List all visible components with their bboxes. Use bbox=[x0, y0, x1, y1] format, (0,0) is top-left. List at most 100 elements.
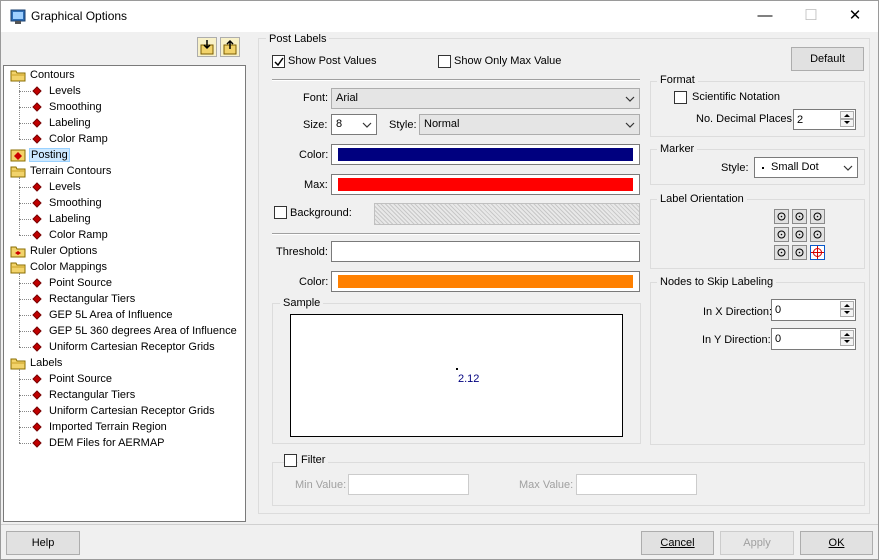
tree-item[interactable]: Uniform Cartesian Receptor Grids bbox=[4, 339, 244, 355]
show-post-values-checkbox[interactable] bbox=[272, 55, 285, 68]
tree-folder[interactable]: Labels bbox=[4, 355, 244, 371]
x-direction-spinner[interactable] bbox=[840, 301, 854, 317]
color-swatch-button[interactable] bbox=[331, 144, 640, 165]
tree-folder[interactable]: Contours bbox=[4, 67, 244, 83]
tree-item[interactable]: Levels bbox=[4, 179, 244, 195]
close-button[interactable]: ✕ bbox=[832, 1, 878, 32]
circle-icon bbox=[777, 230, 786, 239]
tree-item[interactable]: Color Ramp bbox=[4, 227, 244, 243]
circle-icon bbox=[795, 212, 804, 221]
min-value-input[interactable] bbox=[348, 474, 469, 495]
sample-preview: 2.12 bbox=[290, 314, 623, 437]
tree-item-label: Rectangular Tiers bbox=[49, 389, 136, 401]
sample-dot bbox=[456, 368, 458, 370]
chevron-down-icon bbox=[843, 165, 853, 171]
tree-connector bbox=[19, 347, 31, 348]
background-checkbox[interactable] bbox=[274, 206, 287, 219]
orientation-middle-right-button[interactable] bbox=[810, 227, 825, 242]
background-label: Background: bbox=[290, 207, 352, 219]
tree-item[interactable]: Point Source bbox=[4, 275, 244, 291]
help-button[interactable]: Help bbox=[6, 531, 80, 555]
tree-item[interactable]: DEM Files for AERMAP bbox=[4, 435, 244, 451]
orientation-bottom-left-button[interactable] bbox=[774, 245, 789, 260]
maximize-button[interactable]: ☐ bbox=[788, 1, 834, 32]
tree-item[interactable]: Smoothing bbox=[4, 99, 244, 115]
tree-folder[interactable]: Ruler Options bbox=[4, 243, 244, 259]
tree-item-label: GEP 5L 360 degrees Area of Influence bbox=[49, 325, 237, 337]
default-button[interactable]: Default bbox=[791, 47, 864, 71]
export-icon[interactable] bbox=[220, 37, 240, 57]
decimal-places-spinner[interactable] bbox=[840, 111, 854, 127]
diamond-icon bbox=[32, 214, 42, 227]
tree-item[interactable]: Uniform Cartesian Receptor Grids bbox=[4, 403, 244, 419]
orientation-top-right-button[interactable] bbox=[810, 209, 825, 224]
orientation-center-button[interactable] bbox=[792, 227, 807, 242]
threshold-color-swatch bbox=[338, 275, 633, 288]
orientation-bottom-right-button[interactable] bbox=[810, 245, 825, 260]
tree-connector bbox=[19, 177, 20, 235]
orientation-middle-left-button[interactable] bbox=[774, 227, 789, 242]
spin-up-icon bbox=[844, 333, 850, 336]
y-direction-spinner[interactable] bbox=[840, 330, 854, 346]
size-label: Size: bbox=[303, 119, 328, 131]
ok-button[interactable]: OK bbox=[800, 531, 873, 555]
import-icon[interactable] bbox=[197, 37, 217, 57]
tree-item[interactable]: Smoothing bbox=[4, 195, 244, 211]
decimal-places-input[interactable] bbox=[793, 109, 856, 130]
tree-item[interactable]: Labeling bbox=[4, 211, 244, 227]
tree-connector bbox=[19, 395, 31, 396]
tree-item-label: Terrain Contours bbox=[30, 165, 112, 177]
tree-connector bbox=[19, 315, 31, 316]
tree-item-label: Ruler Options bbox=[30, 245, 98, 257]
tree-connector bbox=[19, 107, 31, 108]
x-direction-input[interactable] bbox=[771, 299, 856, 321]
tree-folder[interactable]: Posting bbox=[4, 147, 244, 163]
diamond-icon bbox=[32, 342, 42, 355]
decimal-places-label: No. Decimal Places: bbox=[696, 113, 796, 125]
style-select[interactable]: Normal bbox=[419, 114, 640, 135]
post-labels-title: Post Labels bbox=[266, 33, 330, 45]
size-select[interactable]: 8 bbox=[331, 114, 377, 135]
tree-item[interactable]: Rectangular Tiers bbox=[4, 291, 244, 307]
tree-folder[interactable]: Color Mappings bbox=[4, 259, 244, 275]
max-color-button[interactable] bbox=[331, 174, 640, 195]
marker-style-select[interactable]: Small Dot bbox=[754, 157, 858, 178]
orientation-top-left-button[interactable] bbox=[774, 209, 789, 224]
tree-item[interactable]: Color Ramp bbox=[4, 131, 244, 147]
tree-item[interactable]: Point Source bbox=[4, 371, 244, 387]
min-value-label: Min Value: bbox=[295, 479, 347, 491]
tree-connector bbox=[19, 91, 31, 92]
tree-item[interactable]: Labeling bbox=[4, 115, 244, 131]
background-color-swatch bbox=[374, 203, 640, 225]
tree-item[interactable]: Imported Terrain Region bbox=[4, 419, 244, 435]
threshold-color-button[interactable] bbox=[331, 271, 640, 292]
color-swatch bbox=[338, 148, 633, 161]
orientation-top-center-button[interactable] bbox=[792, 209, 807, 224]
tree-item[interactable]: GEP 5L Area of Influence bbox=[4, 307, 244, 323]
cancel-button[interactable]: Cancel bbox=[641, 531, 714, 555]
minimize-button[interactable]: — bbox=[742, 1, 788, 32]
max-value-input[interactable] bbox=[576, 474, 697, 495]
tree-item[interactable]: GEP 5L 360 degrees Area of Influence bbox=[4, 323, 244, 339]
options-tree[interactable]: Contours Levels Smoothing Labeling Color Ram… bbox=[3, 65, 246, 522]
tree-folder[interactable]: Terrain Contours bbox=[4, 163, 244, 179]
spin-down-icon bbox=[844, 121, 850, 124]
small-dot-icon bbox=[762, 167, 764, 169]
tree-connector bbox=[19, 283, 31, 284]
tree-item[interactable]: Levels bbox=[4, 83, 244, 99]
font-select[interactable]: Arial bbox=[331, 88, 640, 109]
apply-button[interactable]: Apply bbox=[720, 531, 794, 555]
tree-connector bbox=[19, 331, 31, 332]
tree-item-label: Color Ramp bbox=[49, 229, 108, 241]
show-only-max-checkbox[interactable] bbox=[438, 55, 451, 68]
max-value-label: Max Value: bbox=[519, 479, 574, 491]
tree-connector bbox=[19, 427, 31, 428]
scientific-notation-checkbox[interactable] bbox=[674, 91, 687, 104]
threshold-input[interactable] bbox=[331, 241, 640, 262]
spin-down-icon bbox=[844, 311, 850, 314]
filter-checkbox[interactable] bbox=[284, 454, 297, 467]
orientation-bottom-center-button[interactable] bbox=[792, 245, 807, 260]
tree-item[interactable]: Rectangular Tiers bbox=[4, 387, 244, 403]
y-direction-input[interactable] bbox=[771, 328, 856, 350]
spin-up-icon bbox=[844, 304, 850, 307]
